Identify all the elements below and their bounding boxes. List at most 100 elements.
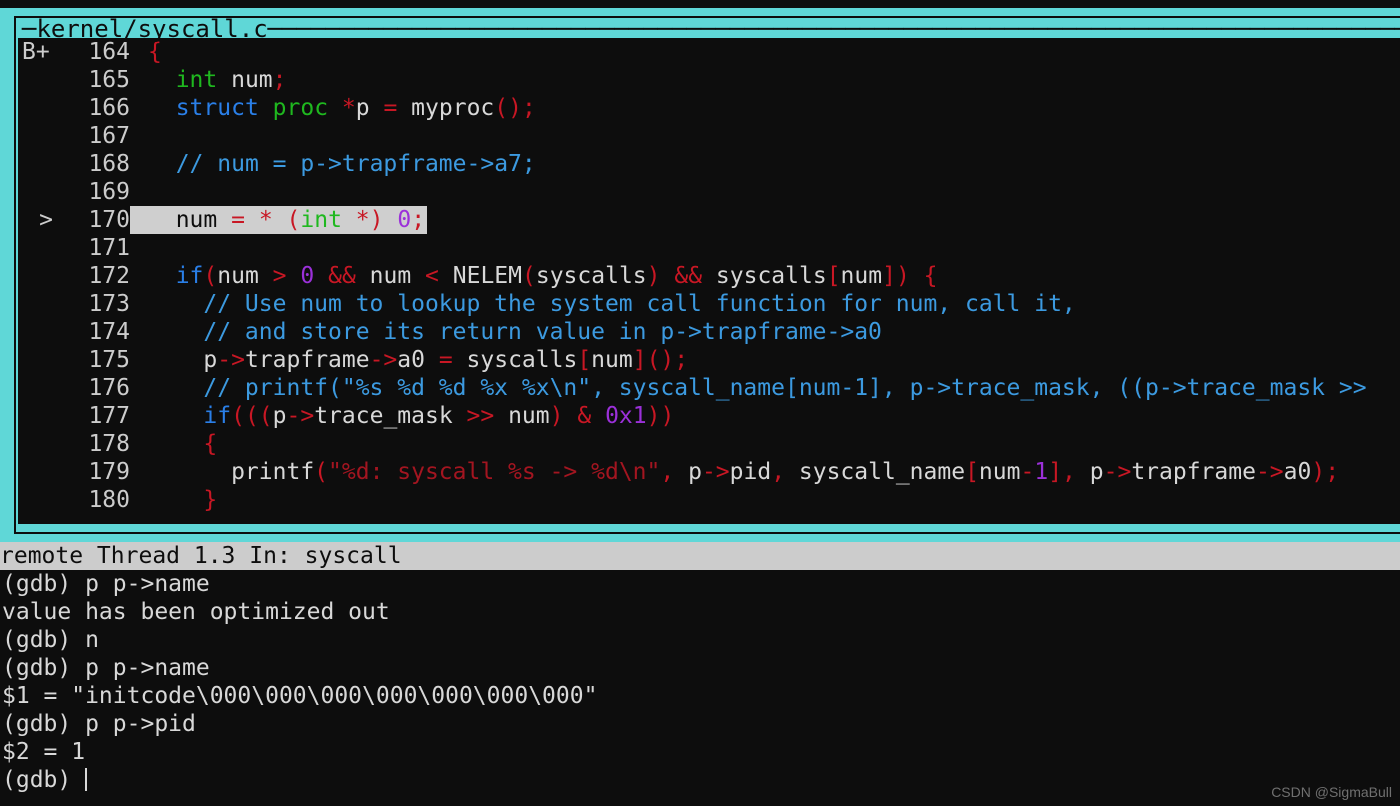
code-token: [	[577, 347, 592, 373]
code-token: num	[591, 347, 633, 373]
source-line-code: // and store its return value in p->trap…	[130, 318, 882, 346]
source-line[interactable]: 178 {	[18, 430, 1400, 458]
code-token: "%d: syscall %s -> %d\n"	[328, 459, 661, 485]
source-line[interactable]: 176 // printf("%s %d %d %x %x\n", syscal…	[18, 374, 1400, 402]
command-output-line: (gdb) p p->name	[2, 655, 210, 681]
source-line-code	[130, 234, 162, 262]
code-token: ;	[411, 207, 426, 233]
source-line-code: struct proc *p = myproc();	[130, 94, 536, 122]
code-token: syscalls	[702, 263, 827, 289]
code-token: *	[341, 95, 356, 121]
gdb-prompt-label: (gdb)	[2, 767, 86, 793]
code-token: // Use num to lookup the system call fun…	[203, 291, 1076, 317]
code-token: struct	[175, 95, 259, 121]
code-token: (	[314, 459, 329, 485]
source-line[interactable]: 179 printf("%d: syscall %s -> %d\n", p->…	[18, 458, 1400, 486]
source-line-code: printf("%d: syscall %s -> %d\n", p->pid,…	[130, 458, 1339, 486]
code-token: *	[258, 207, 273, 233]
code-token: syscall_name	[785, 459, 966, 485]
code-token: 0	[300, 263, 315, 289]
source-line[interactable]: 180 }	[18, 486, 1400, 514]
code-token: int	[300, 207, 342, 233]
code-token: trace_mask	[314, 403, 467, 429]
source-line[interactable]: 173 // Use num to lookup the system call…	[18, 290, 1400, 318]
code-token: 0	[397, 207, 412, 233]
source-window-title: ─kernel/syscall.c───────────────────────…	[22, 15, 1400, 43]
code-token: &&	[328, 263, 356, 289]
source-line-code: if(num > 0 && num < NELEM(syscalls) && s…	[130, 262, 938, 290]
current-line-marker[interactable]: >	[18, 206, 74, 234]
code-token: p	[674, 459, 702, 485]
code-token: ]	[1048, 459, 1063, 485]
code-token: )	[646, 263, 661, 289]
source-line-code: // num = p->trapframe->a7;	[130, 150, 536, 178]
code-token: )	[549, 403, 564, 429]
code-token: // and store its return value in p->trap…	[203, 319, 882, 345]
source-line[interactable]: 175 p->trapframe->a0 = syscalls[num]();	[18, 346, 1400, 374]
code-token: ;	[272, 67, 287, 93]
code-token: num	[148, 207, 232, 233]
code-token: [	[826, 263, 841, 289]
line-number: 177	[88, 403, 130, 429]
code-token: ))	[646, 403, 675, 429]
gdb-command-pane[interactable]: (gdb) p p->name value has been optimized …	[0, 570, 1400, 806]
code-token: >	[272, 263, 287, 289]
source-line[interactable]: 168 // num = p->trapframe->a7;	[18, 150, 1400, 178]
code-token: ,	[660, 459, 675, 485]
source-line-code: // Use num to lookup the system call fun…	[130, 290, 1076, 318]
source-line-code: num = * (int *) 0;	[130, 206, 428, 234]
line-number: 167	[88, 123, 130, 149]
text-cursor	[85, 768, 88, 791]
code-token: ->	[1255, 459, 1284, 485]
status-bar-left-text: remote Thread 1.3 In: syscall	[0, 543, 402, 569]
code-token: a0	[397, 347, 439, 373]
code-token: num	[217, 67, 273, 93]
code-token: printf	[148, 459, 315, 485]
code-token: proc	[272, 95, 329, 121]
source-line[interactable]: 177 if(((p->trace_mask >> num) & 0x1))	[18, 402, 1400, 430]
source-line[interactable]: 165 int num;	[18, 66, 1400, 94]
source-line[interactable]: 166 struct proc *p = myproc();	[18, 94, 1400, 122]
gdb-prompt-line[interactable]: (gdb)	[0, 766, 1400, 794]
code-token: <	[425, 263, 439, 289]
source-line[interactable]: 169	[18, 178, 1400, 206]
source-line[interactable]: 174 // and store its return value in p->…	[18, 318, 1400, 346]
code-token: &&	[674, 263, 703, 289]
source-line[interactable]: 171	[18, 234, 1400, 262]
code-token: pid	[729, 459, 772, 485]
source-line[interactable]: 167	[18, 122, 1400, 150]
code-token: ->	[217, 347, 245, 373]
source-line[interactable]: 172 if(num > 0 && num < NELEM(syscalls) …	[18, 262, 1400, 290]
code-token: =	[231, 207, 245, 233]
code-token: *	[355, 207, 370, 233]
source-line[interactable]: >170 num = * (int *) 0;	[18, 206, 1400, 234]
code-token: num	[978, 459, 1021, 485]
code-token: trapframe	[1131, 459, 1256, 485]
code-token: {	[923, 263, 938, 289]
line-number: 171	[88, 235, 130, 261]
code-token: ->	[1103, 459, 1132, 485]
code-token: ->	[369, 347, 398, 373]
code-token: ])	[882, 263, 910, 289]
code-token: p	[1075, 459, 1104, 485]
code-token: =	[383, 95, 398, 121]
source-line-code	[130, 122, 162, 150]
command-output-line: (gdb) n	[2, 627, 99, 653]
code-token: // printf("%s %d %d %x %x\n", syscall_na…	[203, 375, 1367, 401]
source-code-area[interactable]: B+ 164{165 int num; 166 struct proc *p = m…	[18, 38, 1400, 524]
line-number: 168	[88, 151, 130, 177]
